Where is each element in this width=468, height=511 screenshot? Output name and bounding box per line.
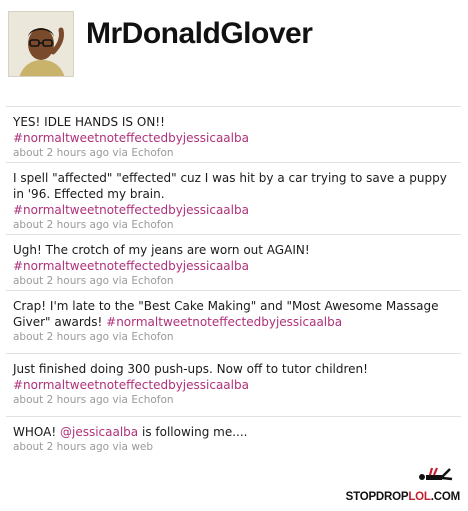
tweet-source[interactable]: Echofon — [131, 219, 173, 231]
hashtag-link[interactable]: #normaltweetnoteffectedbyjessicaalba — [13, 378, 249, 392]
watermark-text: STOPDROPLOL.COM — [345, 491, 461, 503]
tweet-meta: about 2 hours ago via Echofon — [13, 393, 461, 408]
mention-link[interactable]: @jessicaalba — [60, 425, 138, 439]
tweet-time[interactable]: about 2 hours ago — [13, 147, 109, 159]
watermark-brand-tld: .COM — [430, 491, 460, 503]
tweet-meta: about 2 hours ago via Echofon — [13, 330, 461, 345]
tweet-meta: about 2 hours ago via Echofon — [13, 218, 461, 233]
watermark-brand-main: STOPDROP — [345, 491, 409, 503]
tweet-text: I spell "affected" "effected" cuz I was … — [13, 171, 447, 201]
tweet-text: YES! IDLE HANDS IS ON!! — [13, 115, 165, 129]
profile-username[interactable]: MrDonaldGlover — [86, 17, 313, 51]
tweet: Ugh! The crotch of my jeans are worn out… — [6, 234, 461, 290]
tweet-time[interactable]: about 2 hours ago — [13, 275, 109, 287]
tweet-text-before: WHOA! — [13, 425, 57, 439]
tweet: Crap! I'm late to the "Best Cake Making"… — [6, 290, 461, 353]
tweet: Just finished doing 300 push-ups. Now of… — [6, 353, 461, 416]
stop-drop-figure-icon — [419, 467, 453, 481]
tweet-text-after: is following me.... — [141, 425, 248, 439]
tweet-text: Ugh! The crotch of my jeans are worn out… — [13, 243, 310, 257]
tweet: I spell "affected" "effected" cuz I was … — [6, 162, 461, 234]
tweet-via: via — [112, 275, 128, 287]
tweet-source[interactable]: Echofon — [131, 331, 173, 343]
tweet-time[interactable]: about 2 hours ago — [13, 441, 109, 453]
hashtag-link[interactable]: #normaltweetnoteffectedbyjessicaalba — [13, 131, 249, 145]
watermark-brand-accent: LOL — [408, 491, 431, 503]
tweet-timeline: YES! IDLE HANDS IS ON!! #normaltweetnote… — [6, 106, 461, 462]
tweet-via: via — [112, 441, 128, 453]
tweet-meta: about 2 hours ago via Echofon — [13, 146, 461, 161]
tweet-text: WHOA! @jessicaalba is following me.... — [13, 425, 247, 439]
tweet: YES! IDLE HANDS IS ON!! #normaltweetnote… — [6, 106, 461, 162]
tweet-via: via — [112, 394, 128, 406]
avatar[interactable] — [8, 11, 74, 77]
tweet-source[interactable]: Echofon — [131, 147, 173, 159]
tweet-time[interactable]: about 2 hours ago — [13, 219, 109, 231]
tweet-meta: about 2 hours ago via web — [13, 440, 461, 455]
tweet-time[interactable]: about 2 hours ago — [13, 331, 109, 343]
profile-header: MrDonaldGlover — [8, 11, 460, 77]
tweet-via: via — [112, 147, 128, 159]
tweet-source[interactable]: Echofon — [131, 394, 173, 406]
tweet-via: via — [112, 219, 128, 231]
hashtag-link[interactable]: #normaltweetnoteffectedbyjessicaalba — [106, 315, 342, 329]
tweet-source[interactable]: web — [131, 441, 153, 453]
hashtag-link[interactable]: #normaltweetnoteffectedbyjessicaalba — [13, 203, 249, 217]
tweet-source[interactable]: Echofon — [131, 275, 173, 287]
tweet-via: via — [112, 331, 128, 343]
avatar-photo-icon — [9, 12, 73, 76]
tweet: WHOA! @jessicaalba is following me.... a… — [6, 416, 461, 462]
tweet-meta: about 2 hours ago via Echofon — [13, 274, 461, 289]
tweet-time[interactable]: about 2 hours ago — [13, 394, 109, 406]
watermark-logo: STOPDROPLOL.COM — [342, 465, 460, 503]
tweet-text: Just finished doing 300 push-ups. Now of… — [13, 362, 368, 376]
hashtag-link[interactable]: #normaltweetnoteffectedbyjessicaalba — [13, 259, 249, 273]
